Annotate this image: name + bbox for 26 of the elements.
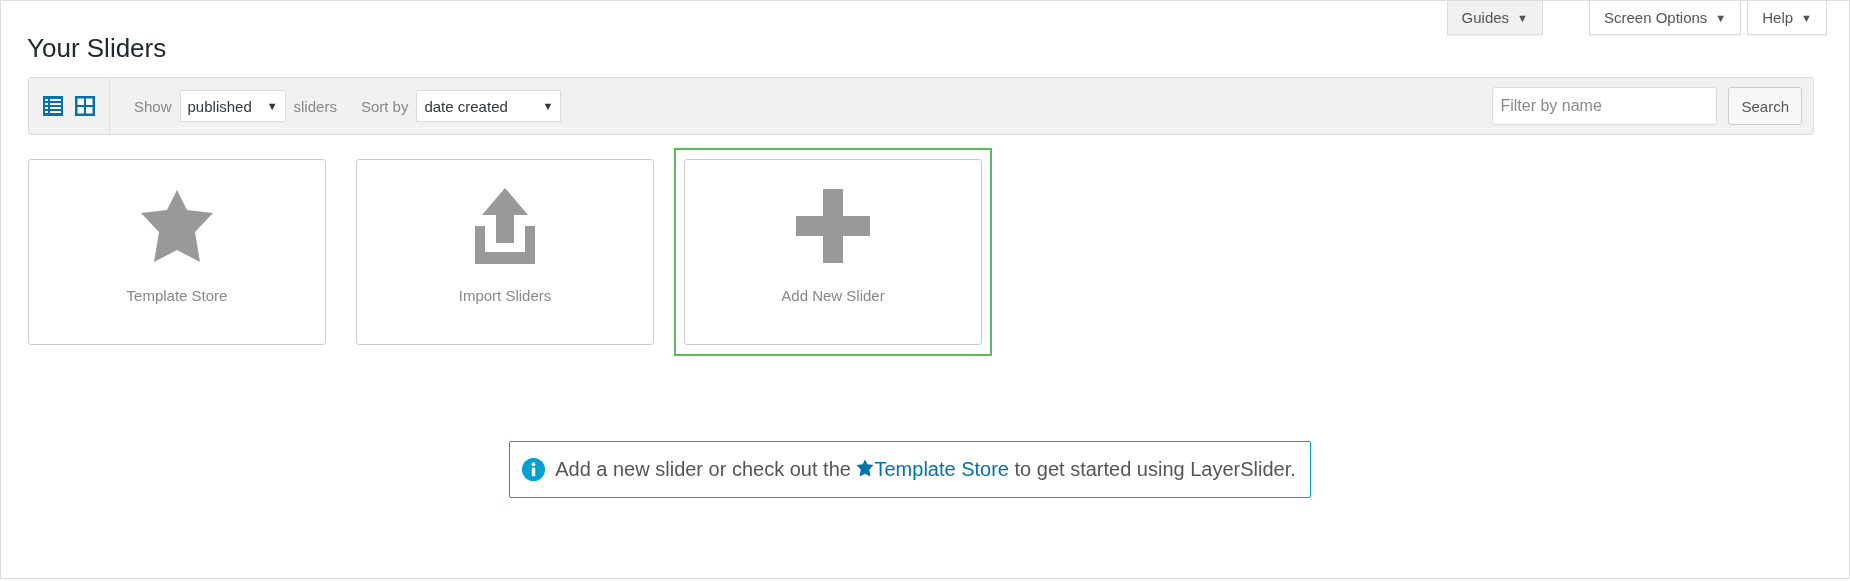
show-label: Show bbox=[134, 97, 172, 115]
notice-message: Add a new slider or check out the Template Store to get started using LayerSlider. bbox=[555, 458, 1296, 481]
slider-action-card[interactable]: Template Store bbox=[28, 159, 326, 345]
page-title: Your Sliders bbox=[27, 33, 168, 65]
status-select[interactable]: published ▼ bbox=[179, 90, 286, 122]
list-view-icon[interactable] bbox=[42, 95, 64, 117]
template-store-link[interactable]: Template Store bbox=[856, 458, 1009, 480]
sort-select[interactable]: date created ▼ bbox=[416, 90, 562, 122]
search-button[interactable]: Search bbox=[1728, 87, 1802, 125]
sliders-label: sliders bbox=[293, 97, 337, 115]
help-tab[interactable]: Screen Options ▼ bbox=[1588, 1, 1742, 35]
grid-view-icon[interactable] bbox=[74, 95, 96, 117]
help-tab[interactable]: Guides ▼ bbox=[1446, 1, 1543, 35]
star-icon bbox=[856, 459, 875, 477]
filter-field[interactable]: Filter by name bbox=[1492, 87, 1718, 125]
sort-label: Sort by bbox=[360, 97, 409, 115]
card-label: Add New Slider bbox=[781, 287, 885, 304]
slider-action-card[interactable]: Add New Slider bbox=[684, 159, 982, 345]
star-icon bbox=[139, 190, 215, 262]
slider-action-card[interactable]: Import Sliders bbox=[356, 159, 654, 345]
plus-icon bbox=[796, 189, 870, 263]
info-icon bbox=[522, 458, 546, 481]
upload-icon bbox=[475, 188, 535, 264]
help-tab[interactable]: Help ▼ bbox=[1747, 1, 1827, 35]
card-label: Template Store bbox=[126, 287, 228, 304]
card-label: Import Sliders bbox=[458, 287, 552, 304]
